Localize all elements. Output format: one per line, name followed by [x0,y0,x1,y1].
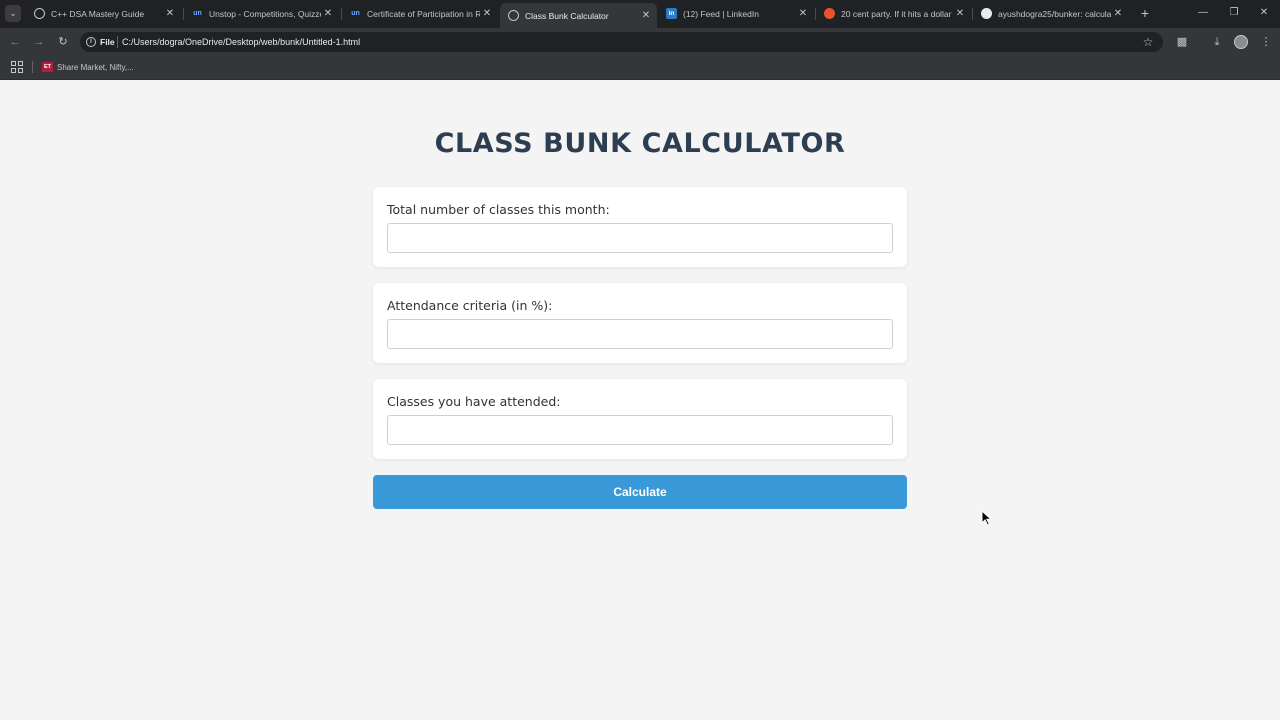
tab-certificate[interactable]: un Certificate of Participation in Re ✕ [342,3,498,24]
bookmark-share-market[interactable]: ET Share Market, Nifty,... [42,60,134,74]
reload-icon[interactable]: ↻ [55,34,71,50]
tab-linkedin[interactable]: in (12) Feed | LinkedIn ✕ [658,3,814,24]
calculate-button[interactable]: Calculate [373,475,907,509]
info-icon: i [86,37,96,47]
tab-strip: ⌄ C++ DSA Mastery Guide ✕ un Unstop - Co… [0,0,1280,28]
classes-attended-card: Classes you have attended: [373,379,907,459]
tab-title: Certificate of Participation in Re [367,8,480,19]
close-icon[interactable]: ✕ [321,8,335,19]
back-arrow-icon[interactable]: ← [7,34,23,50]
new-tab-plus-icon[interactable]: + [1137,5,1153,21]
tab-search-chevron-icon[interactable]: ⌄ [5,5,21,22]
download-icon[interactable]: ⤓ [1209,34,1225,50]
extensions-icon[interactable]: ▩ [1174,34,1190,50]
tab-title: Unstop - Competitions, Quizzes [209,8,321,19]
more-menu-icon[interactable]: ⋮ [1258,34,1274,50]
github-icon [981,8,992,19]
classes-attended-label: Classes you have attended: [387,394,561,409]
address-url[interactable]: C:/Users/dogra/OneDrive/Desktop/web/bunk… [122,36,360,48]
tab-title: 20 cent party. If it hits a dollar [841,8,952,19]
page-title: CLASS BUNK CALCULATOR [434,128,846,159]
unstop-icon: un [351,10,360,17]
globe-icon [508,10,519,21]
total-classes-card: Total number of classes this month: [373,187,907,267]
attendance-criteria-card: Attendance criteria (in %): [373,283,907,363]
attendance-criteria-input[interactable] [387,319,893,349]
tab-title: (12) Feed | LinkedIn [683,8,759,19]
apps-grid-icon[interactable] [11,61,23,73]
tab-reddit[interactable]: 20 cent party. If it hits a dollar ✕ [816,3,971,24]
close-icon[interactable]: ✕ [1111,8,1125,19]
attendance-criteria-label: Attendance criteria (in %): [387,298,553,313]
forward-arrow-icon[interactable]: → [31,34,47,50]
tab-unstop[interactable]: un Unstop - Competitions, Quizzes ✕ [184,3,339,24]
bookmarks-bar [0,56,1280,80]
restore-icon[interactable]: ❐ [1226,5,1242,21]
bookmark-label: Share Market, Nifty,... [57,62,134,72]
scheme-label: File [100,37,115,47]
unstop-icon: un [193,10,202,17]
tab-title: ayushdogra25/bunker: calculat [998,8,1111,19]
close-icon[interactable]: ✕ [953,8,967,19]
close-icon[interactable]: ✕ [163,8,177,19]
bookmark-star-icon[interactable]: ☆ [1141,34,1155,50]
address-divider [117,36,118,48]
linkedin-icon: in [666,8,677,19]
total-classes-label: Total number of classes this month: [387,202,610,217]
tab-title: Class Bunk Calculator [525,10,609,21]
classes-attended-input[interactable] [387,415,893,445]
tab-cpp-dsa[interactable]: C++ DSA Mastery Guide ✕ [26,3,181,24]
profile-avatar[interactable] [1234,35,1248,49]
reddit-icon [824,8,835,19]
tab-title: C++ DSA Mastery Guide [51,8,145,19]
bookmarks-divider [32,61,33,73]
close-icon[interactable]: ✕ [796,8,810,19]
close-icon[interactable]: ✕ [480,8,494,19]
total-classes-input[interactable] [387,223,893,253]
window-close-icon[interactable]: ✕ [1256,5,1272,21]
tab-class-bunk-calculator[interactable]: Class Bunk Calculator ✕ [500,3,657,28]
tab-github[interactable]: ayushdogra25/bunker: calculat ✕ [973,3,1129,24]
close-icon[interactable]: ✕ [639,10,653,21]
site-info-chip[interactable]: i File [86,36,115,48]
mouse-pointer-icon [981,510,993,526]
globe-icon [34,8,45,19]
et-logo-icon: ET [42,62,53,72]
minimize-icon[interactable]: — [1195,5,1211,21]
